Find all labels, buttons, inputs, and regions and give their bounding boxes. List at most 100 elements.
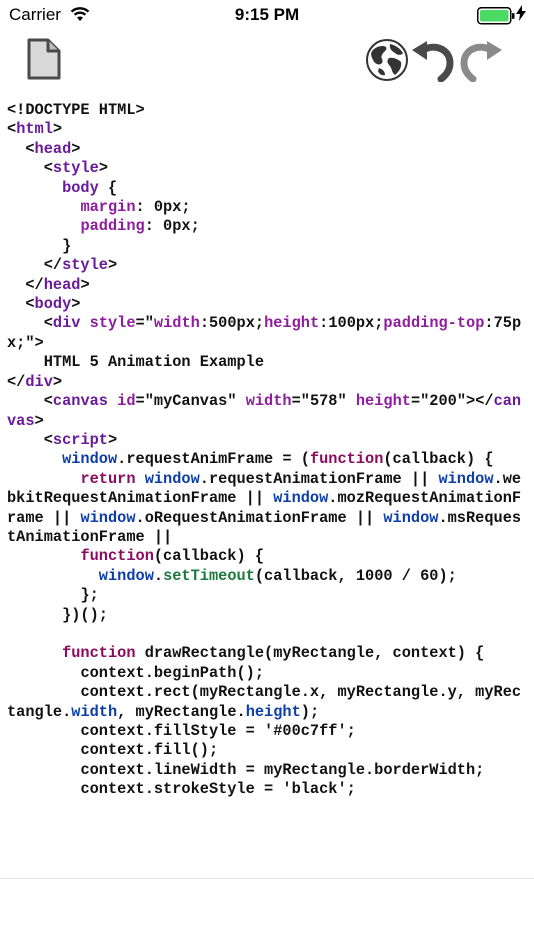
code-line: <!DOCTYPE HTML> [7, 101, 527, 120]
code-token: return [80, 469, 136, 488]
code-token: window [98, 566, 154, 585]
code-line: })(); [7, 606, 527, 625]
bottom-divider [0, 878, 534, 879]
code-token: : 0px; [135, 198, 191, 217]
redo-icon [460, 41, 504, 86]
code-token: > [80, 275, 90, 294]
code-token: .oRequestAnimationFrame || [135, 508, 384, 527]
file-icon [26, 38, 62, 84]
code-token: > [107, 430, 118, 449]
code-token: canvas [52, 392, 108, 411]
code-token: window [144, 469, 200, 488]
code-token: height [264, 314, 320, 333]
code-token: > [71, 139, 81, 158]
code-token: padding [80, 217, 145, 236]
code-line: }; [7, 586, 527, 605]
code-token: ="578" [291, 392, 356, 411]
clock: 9:15 PM [234, 5, 300, 24]
code-line: body { [7, 179, 527, 198]
code-token: > [52, 120, 63, 139]
code-line: window.setTimeout(callback, 1000 / 60); [7, 567, 527, 586]
code-token: html [16, 120, 53, 139]
code-line: context.rect(myRectangle.x, myRectangle.… [7, 683, 527, 722]
code-token: </ [7, 256, 63, 275]
undo-button[interactable] [410, 38, 454, 83]
code-token: drawRectangle(myRectangle, context) { [135, 644, 485, 663]
file-button[interactable] [26, 38, 70, 82]
code-line: context.fillStyle = '#00c7ff'; [7, 722, 527, 741]
preview-button[interactable] [365, 38, 409, 82]
code-line: <body> [7, 295, 527, 314]
battery-icon [477, 7, 515, 30]
code-line: <script> [7, 431, 527, 450]
code-token: head [43, 275, 81, 294]
code-token: < [7, 392, 53, 411]
code-token: id [117, 392, 136, 411]
code-line: <div style="width:500px;height:100px;pad… [7, 314, 527, 353]
code-token: </ [7, 275, 44, 294]
code-token: ="myCanvas" [135, 392, 246, 411]
code-token: height [355, 392, 411, 411]
redo-button[interactable] [460, 38, 504, 83]
code-line: } [7, 237, 527, 256]
code-line: context.lineWidth = myRectangle.borderWi… [7, 761, 527, 780]
code-token: window [438, 469, 494, 488]
code-line: </head> [7, 276, 527, 295]
undo-icon [410, 41, 454, 86]
code-token: (callback) { [383, 450, 494, 469]
code-token: body [62, 178, 99, 197]
code-line: context.strokeStyle = 'black'; [7, 780, 527, 799]
code-token: window [80, 508, 136, 527]
code-token: window [273, 489, 329, 508]
code-token: }; [7, 586, 99, 605]
code-line: </style> [7, 256, 527, 275]
code-token: context.beginPath(); [7, 663, 265, 682]
code-token: > [71, 295, 81, 314]
code-token: context.lineWidth = myRectangle.borderWi… [7, 760, 485, 779]
code-token: > [34, 411, 44, 430]
code-line: function(callback) { [7, 547, 527, 566]
code-token: height [245, 702, 301, 721]
code-token: width [153, 314, 200, 333]
code-token: : 0px; [144, 217, 200, 236]
code-line: <canvas id="myCanvas" width="578" height… [7, 392, 527, 431]
code-line: context.fill(); [7, 741, 527, 760]
editor-toolbar [0, 38, 534, 84]
code-token: > [98, 159, 108, 178]
code-token: setTimeout [163, 566, 255, 585]
code-line: <head> [7, 140, 527, 159]
code-token: (callback, 1000 / 60); [254, 566, 457, 585]
code-token: < [7, 139, 35, 158]
code-token: { [98, 178, 118, 197]
code-line: <html> [7, 120, 527, 139]
code-token: .requestAnimationFrame || [199, 469, 439, 488]
code-token: div [25, 372, 53, 391]
code-token: style [89, 314, 136, 333]
code-token: < [7, 430, 53, 449]
code-token: HTML 5 Animation Example [7, 353, 265, 372]
code-token: style [52, 159, 99, 178]
code-token: })(); [7, 605, 108, 624]
code-token: > [107, 256, 118, 275]
code-token: < [7, 314, 53, 333]
code-token: body [34, 295, 72, 314]
code-token: head [34, 139, 72, 158]
code-editor[interactable]: <!DOCTYPE HTML> <html> <head> <style> bod… [7, 101, 527, 879]
code-line: context.beginPath(); [7, 664, 527, 683]
code-token: context.fillStyle = '#00c7ff'; [7, 721, 356, 740]
code-line: </div> [7, 373, 527, 392]
status-bar: Carrier 9:15 PM [0, 0, 534, 30]
code-token: window [383, 508, 439, 527]
charging-icon [516, 5, 526, 24]
code-line: return window.requestAnimationFrame || w… [7, 470, 527, 548]
globe-icon [365, 39, 409, 86]
